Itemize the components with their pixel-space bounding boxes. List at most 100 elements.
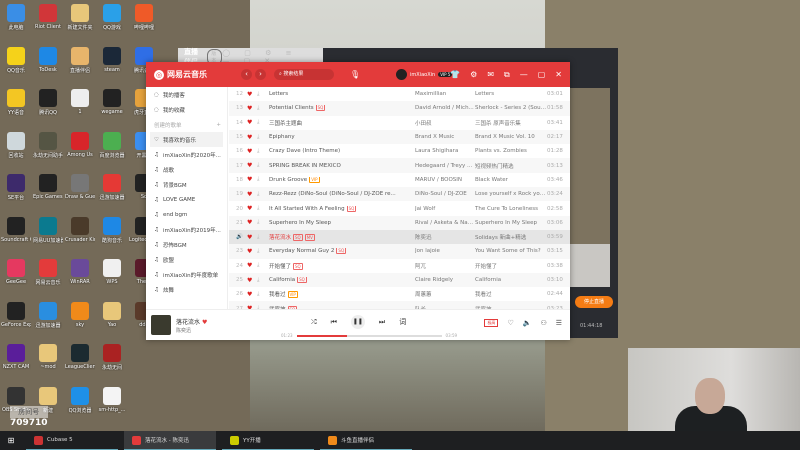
sidebar-item[interactable]: ♫ end bgm	[146, 207, 227, 222]
sidebar-item[interactable]: ♫ imXiaoXin的年度歌单	[146, 267, 227, 282]
search-input[interactable]: ⌕ 搜索结果	[274, 69, 334, 80]
song-album[interactable]: The Cure To Loneliness	[475, 206, 547, 212]
desktop-icon[interactable]: QQ浏览器	[65, 386, 95, 414]
song-album[interactable]: 开始懂了	[475, 262, 547, 270]
song-row[interactable]: 17 ♥ ⤓ SPRING BREAK IN MEXICO Hedegaard / Tr…	[229, 158, 570, 173]
song-row[interactable]: 12 ♥ ⤓ Letters Maximillian Letters 03:01	[229, 87, 570, 101]
song-title[interactable]: Everyday Normal Guy 2 SQ	[269, 248, 415, 255]
desktop-icon[interactable]: 酷狗音乐	[97, 216, 127, 244]
song-artist[interactable]: 周蕙蕙	[415, 290, 475, 298]
song-artist[interactable]: Claire Ridgely	[415, 277, 475, 283]
song-artist[interactable]: Hedegaard / Treyy ...	[415, 163, 475, 169]
song-row[interactable]: 26 ♥ ⤓ 我看过 VIP 周蕙蕙 我看过 02:44	[229, 287, 570, 301]
song-album[interactable]: Brand X Music Vol. 10	[475, 134, 547, 140]
user-profile[interactable]: imXiaoXin VIP 5 ▾	[396, 69, 458, 80]
sidebar-item[interactable]: ♫ 恐怖BGM	[146, 237, 227, 252]
desktop-icon[interactable]: 永劫无间助手	[33, 131, 63, 159]
desktop-icon[interactable]: SE平台	[1, 174, 31, 201]
liked-heart-icon[interactable]: ♥	[247, 248, 257, 255]
desktop-icon[interactable]: QQ游戏	[97, 4, 127, 31]
song-row[interactable]: 27♥⤓武家坡SQ队长武家坡03:23	[229, 301, 570, 309]
playlist-icon[interactable]: ☰	[556, 319, 562, 327]
desktop-icon[interactable]: QQ音乐	[1, 46, 31, 74]
windows-start-icon[interactable]: ⊞	[0, 436, 22, 445]
sidebar-item[interactable]: ♫ imXiaoXin的2020年...	[146, 147, 227, 162]
song-row[interactable]: 14 ♥ ⤓ 三国杀主题曲 小田叔 三国杀 原声音乐集 03:41	[229, 116, 570, 130]
desktop-icon[interactable]: 网易UU加速器	[33, 216, 63, 244]
download-icon[interactable]: ⤓	[257, 91, 269, 98]
skin-icon[interactable]: 👕	[450, 70, 460, 80]
song-album[interactable]: Solidays 新曲+精选	[475, 233, 547, 241]
liked-heart-icon[interactable]: ♥	[247, 105, 257, 112]
song-title[interactable]: 开始懂了 SQ	[269, 262, 415, 270]
song-row[interactable]: 20 ♥ ⤓ It All Started With A Feeling SQ Jai W…	[229, 201, 570, 215]
song-album[interactable]: Plants vs. Zombies	[475, 148, 547, 154]
desktop-icon[interactable]: Draw & Guess	[65, 174, 95, 200]
sidebar-item[interactable]: ◌ 我的收藏	[146, 102, 227, 117]
song-title[interactable]: It All Started With A Feeling SQ	[269, 205, 415, 212]
download-icon[interactable]: ⤓	[257, 234, 269, 241]
song-artist[interactable]: Jon lajoie	[415, 248, 475, 254]
liked-heart-icon[interactable]: ♥	[247, 119, 257, 126]
desktop-icon[interactable]: Among Us	[65, 131, 95, 158]
liked-heart-icon[interactable]: ♥	[247, 205, 257, 212]
song-album[interactable]: Sherlock - Series 2 (Soundtr...	[475, 105, 547, 111]
minimize-icon[interactable]: —	[520, 70, 528, 80]
desktop-icon[interactable]: Soundcraft Control	[1, 216, 31, 243]
back-icon[interactable]: ‹	[241, 69, 252, 80]
heart-icon[interactable]: ♥	[202, 319, 207, 326]
desktop-icon[interactable]: 此电脑	[1, 4, 31, 31]
song-artist[interactable]: 陈奕迅	[415, 233, 475, 241]
sound-effect-icon[interactable]: ♡	[507, 319, 513, 327]
desktop-icon[interactable]: Riot Client	[33, 4, 63, 30]
song-album[interactable]: 三国杀 原声音乐集	[475, 119, 547, 127]
desktop-icon[interactable]: Crusader Kings	[65, 216, 95, 243]
pause-button[interactable]: ❚❚	[350, 315, 365, 329]
mini-mode-icon[interactable]: ⧉	[504, 70, 510, 80]
desktop-icon[interactable]: 腾讯QQ	[33, 89, 63, 116]
desktop-icon[interactable]: 回收站	[1, 131, 31, 159]
desktop-icon[interactable]: sky	[65, 301, 95, 328]
song-artist[interactable]: Laura Shigihara	[415, 148, 475, 154]
liked-heart-icon[interactable]: ♥	[247, 91, 257, 98]
song-title[interactable]: Epiphany	[269, 134, 415, 140]
liked-heart-icon[interactable]: ♥	[247, 291, 257, 298]
song-artist[interactable]: Rival / Asketa & Nat...	[415, 220, 475, 226]
song-album[interactable]: 短视频热门精选	[475, 162, 547, 170]
sidebar-item[interactable]: ◌ 我的播客	[146, 87, 227, 102]
desktop-icon[interactable]: WPS	[97, 259, 127, 285]
desktop-icon[interactable]: WinRAR	[65, 259, 95, 285]
download-icon[interactable]: ⤓	[257, 248, 269, 255]
username[interactable]: imXiaoXin	[410, 72, 435, 78]
shuffle-icon[interactable]: ⤮	[311, 318, 317, 327]
download-icon[interactable]: ⤓	[257, 205, 269, 212]
download-icon[interactable]: ⤓	[257, 119, 269, 126]
previous-icon[interactable]: ⏮	[331, 318, 337, 327]
song-album[interactable]: Superhero In My Sleep	[475, 220, 547, 226]
taskbar-item[interactable]: 落花流水 - 陈奕迅	[124, 431, 216, 450]
song-row[interactable]: 24 ♥ ⤓ 开始懂了 SQ 阿兀 开始懂了 03:38	[229, 259, 570, 273]
mail-icon[interactable]: ✉	[487, 70, 494, 80]
desktop-icon[interactable]: NZXT CAM	[1, 344, 31, 370]
liked-heart-icon[interactable]: ♥	[247, 219, 257, 226]
download-icon[interactable]: ⤓	[257, 148, 269, 155]
song-album[interactable]: California	[475, 277, 547, 283]
song-title[interactable]: Crazy Dave (Intro Theme)	[269, 148, 415, 154]
download-icon[interactable]: ⤓	[257, 176, 269, 183]
song-row[interactable]: 23 ♥ ⤓ Everyday Normal Guy 2 SQ Jon lajoie You…	[229, 244, 570, 259]
liked-heart-icon[interactable]: ♥	[247, 176, 257, 183]
sidebar-item[interactable]: ♫ 战歌	[146, 162, 227, 177]
liked-heart-icon[interactable]: ♥	[247, 191, 257, 198]
song-album[interactable]: 我看过	[475, 290, 547, 298]
desktop-icon[interactable]: YY语音	[1, 89, 31, 116]
desktop-icon[interactable]: 新建文件夹	[65, 4, 95, 31]
stop-stream-button[interactable]: 停止直播	[575, 296, 613, 308]
desktop-icon[interactable]: wegame	[97, 89, 127, 115]
desktop-icon[interactable]: Yao	[97, 301, 127, 328]
song-title[interactable]: California SQ	[269, 277, 415, 283]
liked-heart-icon[interactable]: ♥	[247, 234, 257, 241]
song-artist[interactable]: MARUV / BOOSIN	[415, 177, 475, 183]
maximize-icon[interactable]: ▢	[538, 70, 546, 80]
song-artist[interactable]: DiNo-Soul / DJ-ZOE	[415, 191, 475, 197]
song-row[interactable]: 18 ♥ ⤓ Drunk Groove VIP MARUV / BOOSIN Black W…	[229, 173, 570, 187]
